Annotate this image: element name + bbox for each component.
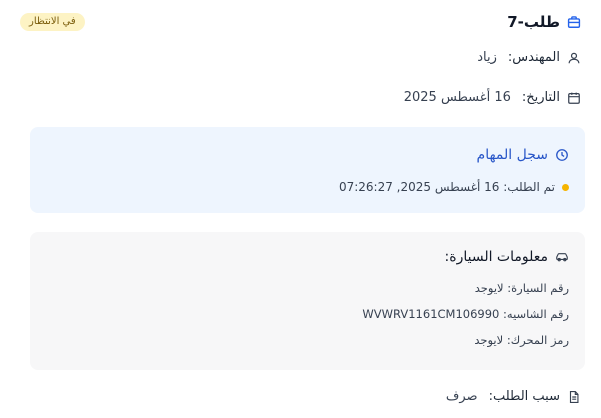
- car-info-panel: معلومات السيارة: رقم السيارة: لايوجد رقم…: [30, 232, 585, 370]
- task-log-entry-text: تم الطلب: 16 أغسطس 2025, 07:26:27: [338, 180, 555, 194]
- status-dot-icon: [562, 183, 569, 191]
- user-icon: [567, 51, 581, 65]
- car-chassis: رقم الشاسيه: WVWRV1161CM106990: [362, 307, 569, 321]
- calendar-icon: [567, 91, 581, 105]
- task-log-title-text: سجل المهام: [476, 147, 548, 163]
- engineer-label: المهندس:: [507, 50, 560, 65]
- reason-label: سبب الطلب:: [488, 389, 560, 404]
- task-log-entry: تم الطلب: 16 أغسطس 2025, 07:26:27: [339, 180, 569, 194]
- clock-icon: [555, 148, 569, 162]
- car-plate: رقم السيارة: لايوجد: [474, 281, 569, 295]
- date-label: التاريخ:: [521, 90, 560, 105]
- car-info-title: معلومات السيارة:: [445, 249, 569, 265]
- document-icon: [567, 390, 581, 404]
- date-row: التاريخ: 16 أغسطس 2025: [404, 90, 581, 105]
- reason-row: سبب الطلب: صرف: [446, 389, 581, 404]
- request-card: طلب-7 في الانتظار المهندس: زياد التاريخ:…: [0, 0, 601, 418]
- page-title: طلب-7: [507, 13, 560, 31]
- card-header: طلب-7 في الانتظار: [20, 9, 581, 35]
- status-badge: في الانتظار: [20, 13, 85, 31]
- engineer-row: المهندس: زياد: [477, 50, 581, 65]
- engineer-value: زياد: [477, 50, 497, 65]
- task-log-title: سجل المهام: [477, 147, 569, 163]
- reason-value: صرف: [445, 389, 478, 404]
- car-icon: [555, 250, 569, 264]
- title-wrap: طلب-7: [507, 13, 581, 31]
- task-log-panel: سجل المهام تم الطلب: 16 أغسطس 2025, 07:2…: [30, 127, 585, 213]
- car-info-title-text: معلومات السيارة:: [444, 249, 548, 265]
- car-engine: رمز المحرك: لايوجد: [474, 333, 569, 347]
- date-value: 16 أغسطس 2025: [403, 90, 511, 105]
- briefcase-icon: [567, 15, 581, 29]
